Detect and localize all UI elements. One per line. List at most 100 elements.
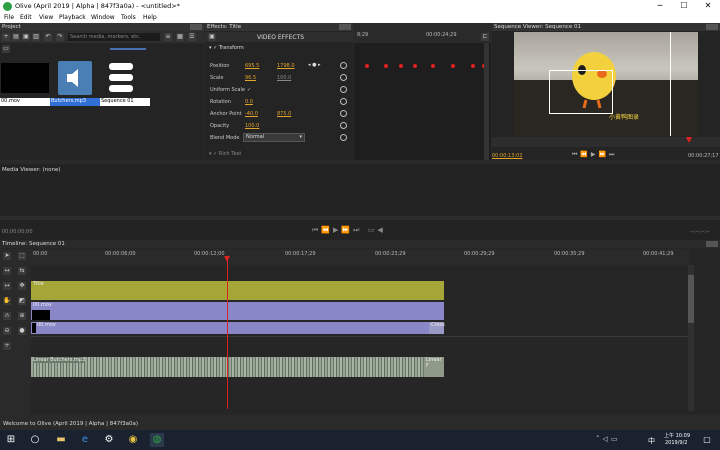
menu-window[interactable]: Window [91, 14, 115, 21]
olive-taskbar-icon[interactable]: ◍ [150, 433, 164, 447]
keyframe-nav[interactable]: ◂ ● ▸ [308, 62, 321, 68]
position-y-value[interactable]: 1798.0 [277, 63, 295, 69]
search-icon[interactable]: ○ [28, 433, 42, 447]
close-button[interactable]: ✕ [696, 0, 720, 13]
open-folder-icon[interactable]: ▤ [12, 33, 20, 41]
transform-bounding-box[interactable] [549, 70, 613, 114]
keyframe-marker[interactable] [451, 64, 455, 68]
panel-float-close-icon[interactable] [339, 24, 351, 30]
go-to-end-icon[interactable]: ⏭ [353, 226, 362, 234]
chrome-icon[interactable]: ◉ [126, 433, 140, 447]
scrollbar[interactable] [484, 43, 489, 160]
network-icon[interactable]: ▭ [611, 435, 621, 443]
keyframe-toggle-icon[interactable] [340, 86, 347, 93]
zoom-slider[interactable] [110, 48, 146, 50]
redo-icon[interactable]: ↷ [56, 33, 64, 41]
record-icon[interactable]: ● [18, 327, 26, 335]
keyframe-toggle-icon[interactable] [340, 110, 347, 117]
save-icon[interactable]: ▣ [22, 33, 30, 41]
edge-icon[interactable]: e [78, 433, 92, 447]
anchor-y-value[interactable]: 875.0 [277, 111, 291, 117]
menu-file[interactable]: File [4, 14, 14, 21]
go-to-end-icon[interactable]: ⏭ [609, 151, 617, 158]
keyframe-toggle-icon[interactable] [340, 134, 347, 141]
anchor-x-value[interactable]: -40.0 [245, 111, 258, 117]
menu-playback[interactable]: Playback [59, 14, 86, 21]
timeline-ruler[interactable]: 00:00 00:00:06;00 00:00:12;00 00:00:17;2… [31, 249, 689, 265]
viewer-scrubber[interactable] [492, 137, 720, 147]
sequence-icon[interactable] [105, 61, 139, 95]
go-to-start-icon[interactable]: ⏮ [312, 226, 321, 234]
media-thumbnail-mov[interactable] [1, 63, 49, 93]
start-icon[interactable]: ⊞ [4, 433, 18, 447]
transform-checkbox[interactable]: ✓ [213, 45, 217, 51]
keyframe-marker[interactable] [365, 64, 369, 68]
step-forward-icon[interactable]: ⏩ [341, 226, 353, 234]
media-label-sequence[interactable]: Sequence 01 [100, 98, 150, 106]
keyframe-toggle-icon[interactable] [340, 62, 347, 69]
add-track-icon[interactable]: + [3, 342, 11, 350]
step-forward-icon[interactable]: ⏩ [599, 151, 609, 158]
timeline-scrollbar[interactable] [688, 265, 694, 411]
hand-tool-icon[interactable]: ✋ [3, 297, 11, 305]
video-clip-upper[interactable]: 00.mov [31, 302, 444, 320]
collapse-arrow-icon[interactable]: ▾ [209, 45, 212, 51]
keyframe-toggle-icon[interactable] [340, 98, 347, 105]
settings-gear-icon[interactable]: ⚙ [102, 433, 116, 447]
slip-tool-icon[interactable]: ✥ [18, 282, 26, 290]
document-icon[interactable]: ▥ [32, 33, 40, 41]
transform-header[interactable]: ▾ ✓ Transform [209, 45, 244, 51]
new-icon[interactable]: + [2, 33, 10, 41]
audio-file-icon[interactable] [58, 61, 92, 95]
panel-float-close-icon[interactable] [706, 241, 718, 247]
video-preview[interactable]: 小黄鸭图录 [514, 32, 698, 136]
cross-dissolve-transition[interactable]: Cross [429, 322, 445, 334]
zoom-in-icon[interactable]: ⊕ [18, 312, 26, 320]
keyframe-toggle-icon[interactable] [340, 74, 347, 81]
menu-tools[interactable]: Tools [121, 14, 136, 21]
blend-mode-select[interactable]: Normal ▾ [243, 133, 305, 142]
uniform-scale-checkbox[interactable]: ✓ [247, 87, 251, 93]
minimize-button[interactable]: ─ [648, 0, 672, 13]
maximize-button[interactable]: ☐ [672, 0, 696, 13]
scrollbar-thumb[interactable] [688, 275, 694, 323]
menu-view[interactable]: View [39, 14, 53, 21]
effect-keyframe-area[interactable]: 8;29 00:00:24;29 ⊏ [354, 23, 491, 160]
media-scrubber[interactable] [0, 216, 720, 220]
edit-tool-icon[interactable]: ⬚ [18, 252, 26, 260]
position-x-value[interactable]: 695.5 [245, 63, 259, 69]
keyframe-toggle-icon[interactable] [340, 122, 347, 129]
transition-tool-icon[interactable]: ◩ [18, 297, 26, 305]
panel-float-close-icon[interactable] [190, 24, 202, 30]
razor-tool-icon[interactable]: ↦ [3, 282, 11, 290]
title-clip[interactable]: Title [31, 281, 444, 300]
list-view-icon[interactable]: ≡ [164, 33, 172, 41]
rotation-value[interactable]: 0.0 [245, 99, 253, 105]
keyframe-marker[interactable] [384, 64, 388, 68]
undo-icon[interactable]: ↶ [44, 33, 52, 41]
input-language[interactable]: 中 [648, 436, 655, 446]
step-back-icon[interactable]: ⏪ [580, 151, 590, 158]
media-label-butchers[interactable]: Butchers.mp3 [50, 98, 100, 106]
media-label-mov[interactable]: 00.mov [0, 98, 50, 106]
file-explorer-icon[interactable]: ▬ [54, 433, 68, 447]
audio-icon[interactable]: ◀ [377, 226, 385, 234]
pointer-tool-icon[interactable]: ➤ [3, 252, 11, 260]
scale-value[interactable]: 96.5 [245, 75, 256, 81]
new-folder-icon[interactable]: ▭ [2, 45, 10, 53]
video-clip-lower[interactable]: 00.mov [31, 322, 429, 334]
toggle-link-icon[interactable]: ⊏ [481, 33, 489, 41]
keyframe-marker[interactable] [471, 64, 475, 68]
opacity-value[interactable]: 100.0 [245, 123, 259, 129]
volume-icon[interactable]: ◁ [603, 435, 611, 443]
icon-view-icon[interactable]: ▦ [176, 33, 184, 41]
scale-y-value[interactable]: 100.0 [277, 75, 291, 81]
keyframe-marker[interactable] [413, 64, 417, 68]
keyframe-marker[interactable] [431, 64, 435, 68]
play-icon[interactable]: ▶ [591, 151, 599, 158]
keyframe-marker[interactable] [399, 64, 403, 68]
zoom-out-icon[interactable]: ⊖ [3, 327, 11, 335]
tree-view-icon[interactable]: ☰ [188, 33, 196, 41]
snap-icon[interactable]: ∩ [3, 312, 11, 320]
camera-icon[interactable]: ▭ [368, 226, 378, 234]
